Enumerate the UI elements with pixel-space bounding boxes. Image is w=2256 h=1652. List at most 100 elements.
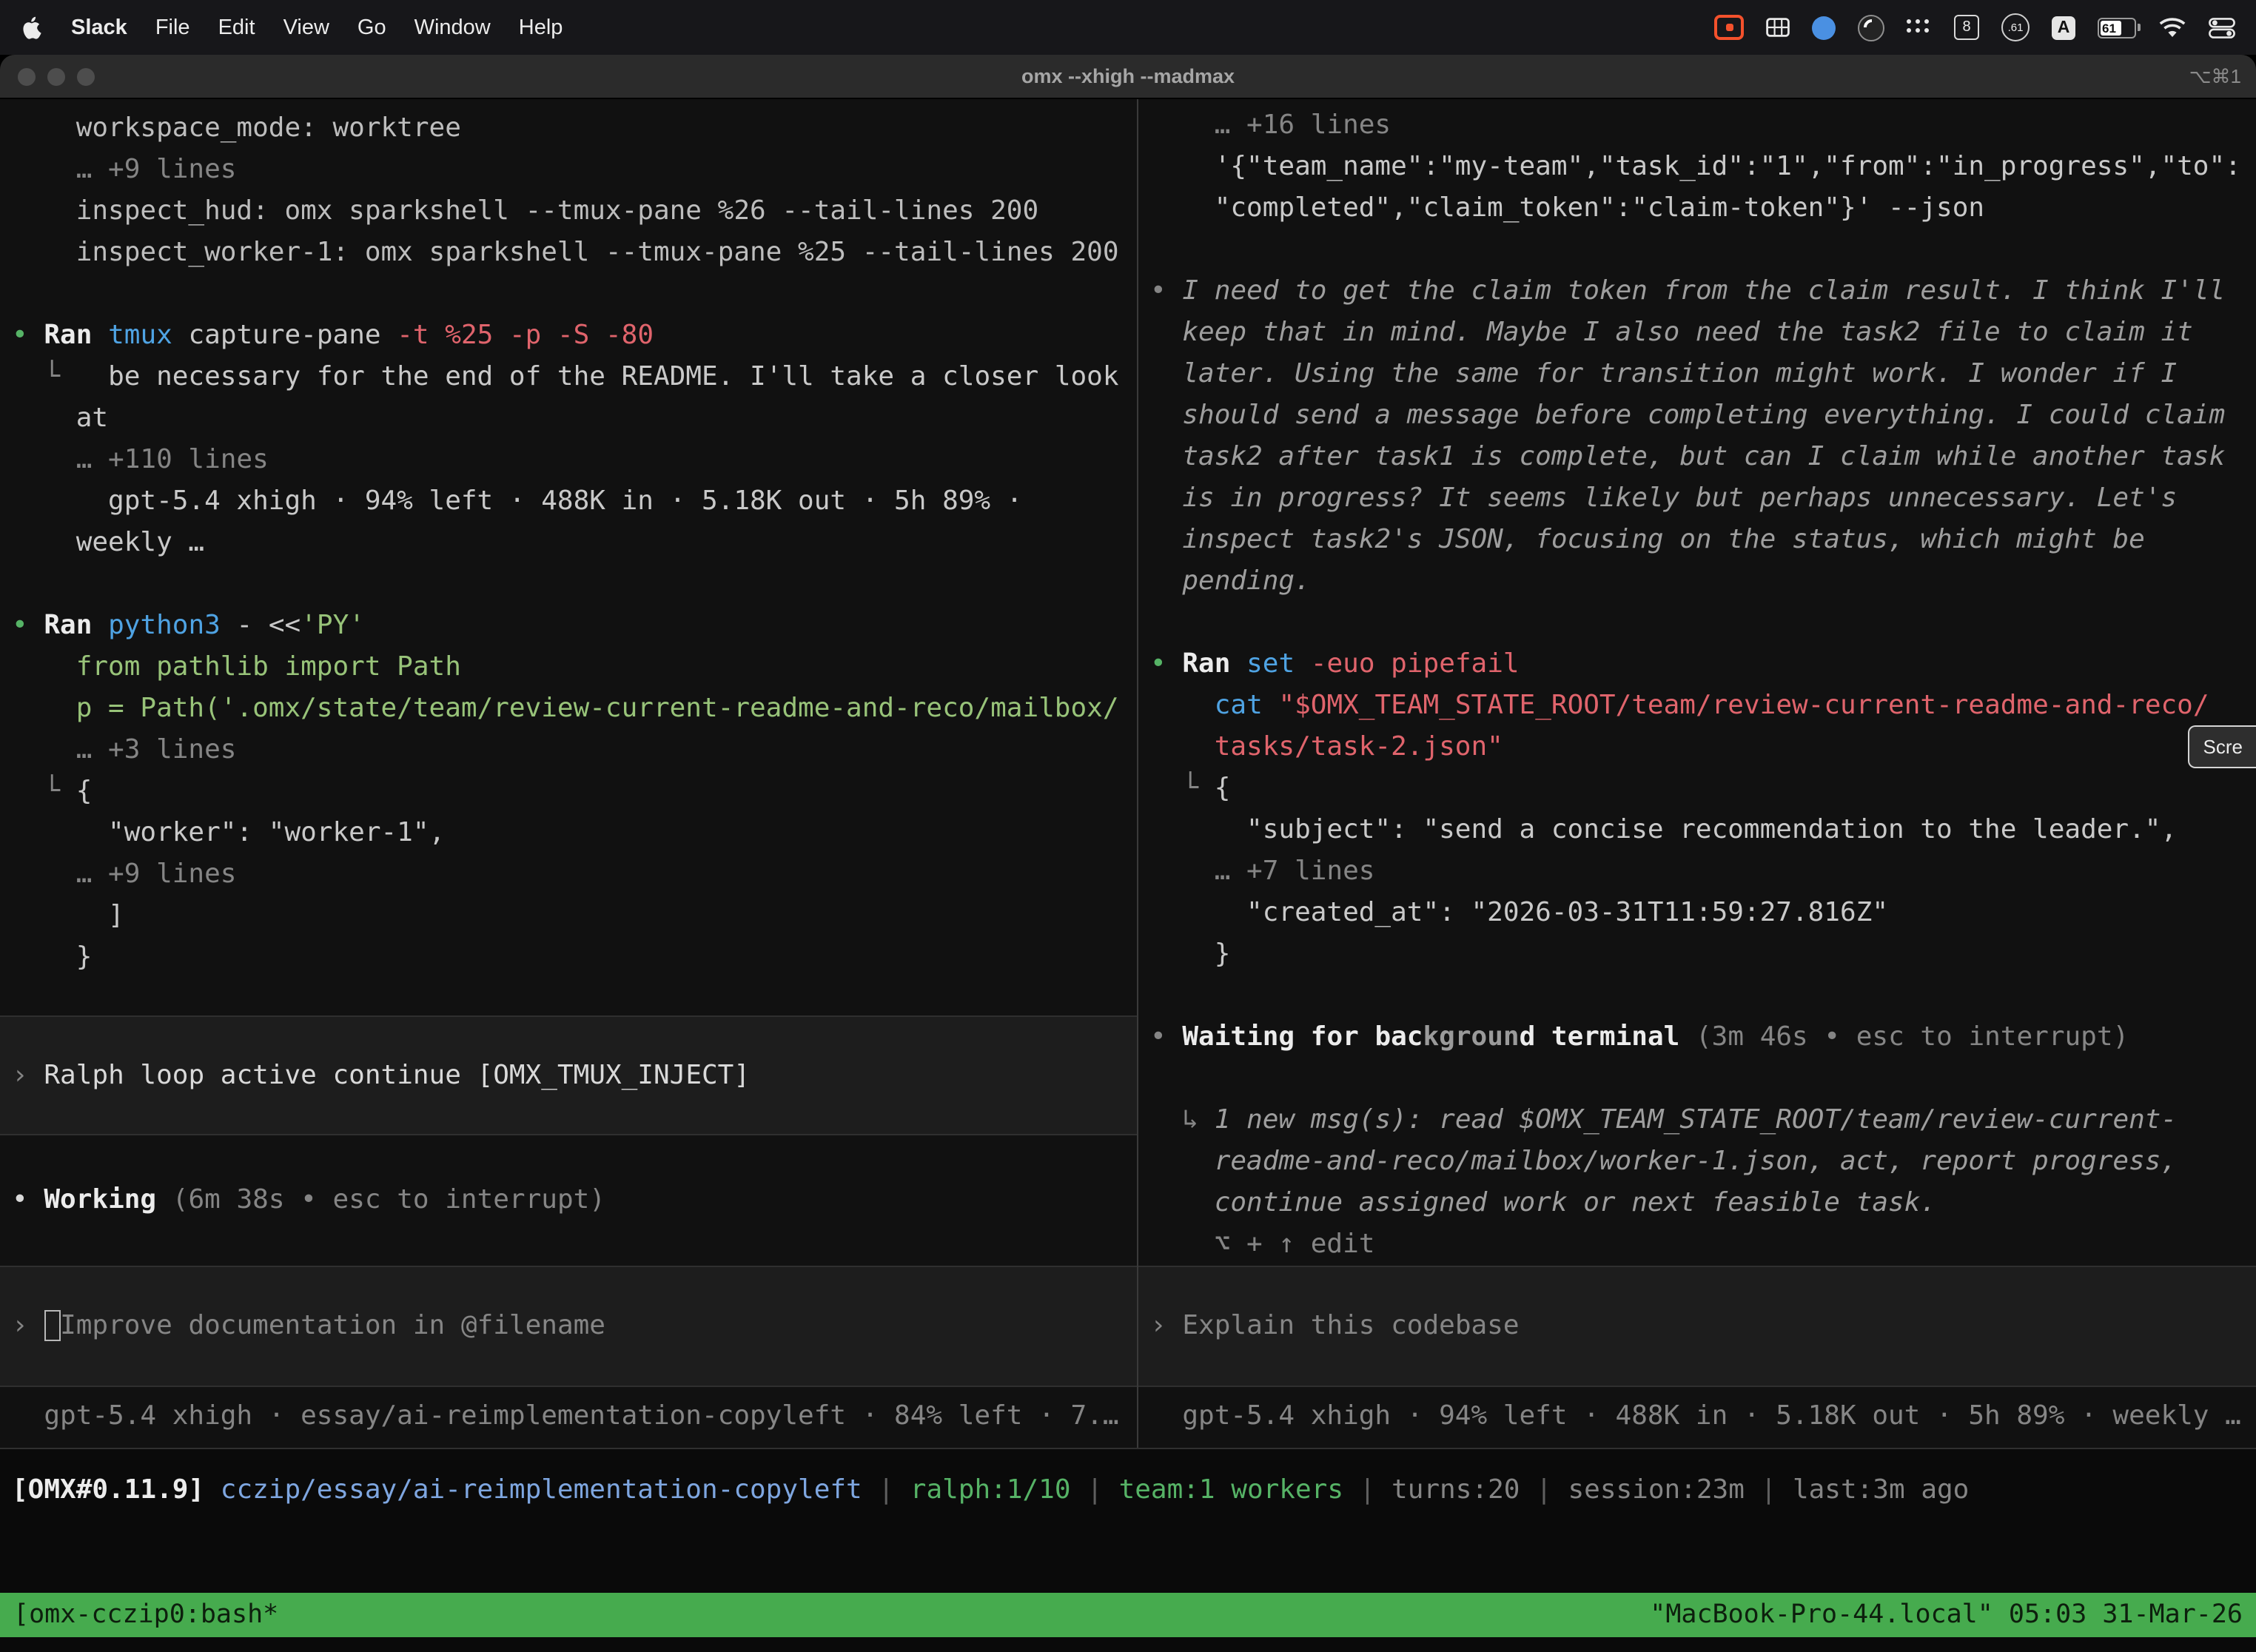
control-center-icon[interactable] — [2209, 17, 2235, 38]
terminal-line — [1150, 976, 2256, 1017]
terminal-window: omx --xhigh --madmax ⌥⌘1 workspace_mode:… — [0, 55, 2256, 1652]
window-titlebar: omx --xhigh --madmax ⌥⌘1 — [0, 55, 2256, 99]
terminal-line — [1150, 229, 2256, 271]
text-segment: "subject": "send a concise recommendatio… — [1150, 814, 2177, 845]
omx-status-bar: [OMX#0.11.9] cczip/essay/ai-reimplementa… — [12, 1470, 2256, 1511]
text-segment: keep that in mind. Maybe I also need the… — [1150, 317, 2193, 348]
text-segment: ] — [12, 900, 124, 931]
menubar-app-name[interactable]: Slack — [71, 16, 127, 39]
battery-percent: 61 — [2102, 19, 2116, 36]
terminal-line: from pathlib import Path — [12, 647, 1137, 688]
terminal-line: weekly … — [12, 523, 1137, 564]
text-segment: set — [1246, 648, 1311, 679]
text-segment: gpt-5.4 xhigh · 94% left · 488K in · 5.1… — [1150, 1400, 2241, 1431]
menu-help[interactable]: Help — [519, 16, 563, 39]
text-segment: capture-pane — [188, 320, 397, 351]
menu-file[interactable]: File — [155, 16, 190, 39]
dark-app-icon[interactable] — [1858, 14, 1884, 41]
text-segment: ralph:1/10 — [910, 1474, 1071, 1505]
battery-icon[interactable]: 61 — [2098, 17, 2136, 38]
text-segment: ⌥ + ↑ edit — [1150, 1229, 1374, 1260]
terminal-line: p = Path('.omx/state/team/review-current… — [12, 688, 1137, 730]
blue-app-icon[interactable] — [1812, 16, 1836, 39]
text-segment: └ — [12, 361, 108, 392]
text-segment: weekly … — [12, 527, 204, 558]
battery-stub — [2138, 23, 2141, 30]
text-segment: gpt-5.4 xhigh · essay/ai-reimplementatio… — [12, 1400, 1119, 1431]
left-prompt-input[interactable]: › Improve documentation in @filename — [0, 1266, 1137, 1387]
terminal-line: later. Using the same for transition mig… — [1150, 354, 2256, 395]
left-terminal-pane[interactable]: workspace_mode: worktree … +9 lines insp… — [0, 99, 1138, 1448]
tmux-panes: workspace_mode: worktree … +9 lines insp… — [0, 99, 2256, 1448]
text-segment: -euo pipefail — [1311, 648, 1520, 679]
screen-recording-indicator-icon[interactable] — [1714, 15, 1744, 40]
terminal-line: readme-and-reco/mailbox/worker-1.json, a… — [1150, 1141, 2256, 1183]
text-segment: › — [12, 1059, 44, 1090]
tmux-host-clock-label: "MacBook-Pro-44.local" 05:03 31-Mar-26 — [1650, 1600, 2243, 1630]
text-segment: Ran — [44, 610, 108, 641]
text-segment: inspect task2's JSON, focusing on the st… — [1150, 524, 2145, 555]
wifi-icon[interactable] — [2158, 17, 2186, 38]
menu-view[interactable]: View — [283, 16, 329, 39]
menu-go[interactable]: Go — [357, 16, 386, 39]
terminal-line: '{"team_name":"my-team","task_id":"1","f… — [1150, 147, 2256, 188]
text-segment: readme-and-reco/mailbox/worker-1.json, a… — [1150, 1146, 2177, 1177]
text-segment: Working — [44, 1184, 172, 1215]
right-footer-line: gpt-5.4 xhigh · 94% left · 488K in · 5.1… — [1150, 1396, 2256, 1437]
terminal-line: "completed","claim_token":"claim-token"}… — [1150, 188, 2256, 229]
terminal-line: } — [12, 937, 1137, 978]
text-segment: | — [1745, 1474, 1793, 1505]
terminal-line: … +110 lines — [12, 440, 1137, 481]
terminal-line: "created_at": "2026-03-31T11:59:27.816Z" — [1150, 893, 2256, 934]
terminal-line — [12, 274, 1137, 315]
left-pane-scrollback: workspace_mode: worktree … +9 lines insp… — [0, 99, 1137, 1015]
terminal-line: is in progress? It seems likely but perh… — [1150, 478, 2256, 520]
text-segment: last:3m ago — [1793, 1474, 1969, 1505]
text-segment: … +9 lines — [12, 154, 236, 185]
grid-icon[interactable] — [1766, 18, 1790, 37]
text-segment: "created_at": "2026-03-31T11:59:27.816Z" — [1150, 897, 1888, 928]
screen: Slack File Edit View Go Window Help 8 .6… — [0, 0, 2256, 1652]
menu-edit[interactable]: Edit — [218, 16, 255, 39]
text-segment: | — [1071, 1474, 1119, 1505]
text-segment: Ran — [44, 320, 108, 351]
text-segment — [1150, 690, 1215, 721]
text-segment: turns:20 — [1391, 1474, 1520, 1505]
text-segment: python3 — [108, 610, 236, 641]
minimize-button[interactable] — [47, 67, 65, 85]
text-segment: } — [12, 941, 92, 973]
terminal-line: … +9 lines — [12, 854, 1137, 896]
input-source-icon[interactable]: A — [2052, 16, 2075, 39]
text-segment: • — [1150, 275, 1182, 306]
text-segment: … +16 lines — [1150, 110, 1391, 141]
text-segment: • — [1150, 648, 1182, 679]
text-segment: workspace_mode: worktree — [12, 113, 461, 144]
right-terminal-pane[interactable]: … +16 lines '{"team_name":"my-team","tas… — [1138, 99, 2256, 1448]
text-segment: - << — [237, 610, 301, 641]
terminal-line — [1150, 602, 2256, 644]
text-segment: Ralph loop active continue [OMX_TMUX_INJ… — [44, 1059, 750, 1090]
terminal-line: • Waiting for background terminal (3m 46… — [1150, 1017, 2256, 1058]
terminal-line: task2 after task1 is complete, but can I… — [1150, 437, 2256, 478]
text-segment: { — [76, 776, 93, 807]
terminal-line: ⌥ + ↑ edit — [1150, 1224, 2256, 1266]
number-key-icon[interactable]: 8 — [1954, 15, 1979, 40]
menu-window[interactable]: Window — [414, 16, 491, 39]
terminal-line: … +16 lines — [1150, 105, 2256, 147]
close-button[interactable] — [18, 67, 36, 85]
dots-grid-icon[interactable] — [1907, 19, 1932, 36]
text-segment: • — [12, 1184, 44, 1215]
text-segment: { — [1215, 773, 1231, 804]
apple-menu-icon[interactable] — [21, 15, 43, 40]
terminal-line: └ { — [1150, 768, 2256, 810]
right-pane-footer: gpt-5.4 xhigh · 94% left · 488K in · 5.1… — [1138, 1387, 2256, 1448]
battery-gauge-icon[interactable]: .61 — [2001, 13, 2030, 41]
text-segment: kgroun — [1423, 1021, 1520, 1052]
text-segment: is in progress? It seems likely but perh… — [1150, 483, 2177, 514]
right-prompt-input[interactable]: › Explain this codebase — [1138, 1266, 2256, 1387]
zoom-button[interactable] — [77, 67, 95, 85]
text-segment: › — [12, 1310, 44, 1341]
terminal-line: workspace_mode: worktree — [12, 108, 1137, 150]
text-segment: Explain this codebase — [1182, 1310, 1519, 1341]
left-footer-line: gpt-5.4 xhigh · essay/ai-reimplementatio… — [12, 1396, 1137, 1437]
